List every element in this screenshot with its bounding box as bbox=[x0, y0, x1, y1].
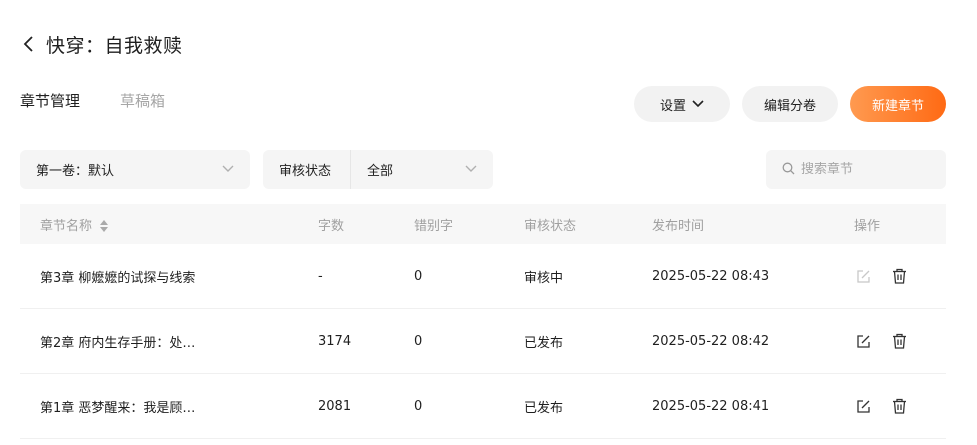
tab-bar: 章节管理 草稿箱 bbox=[20, 90, 165, 111]
status-filter-label: 审核状态 bbox=[263, 150, 351, 189]
trash-icon[interactable] bbox=[890, 397, 908, 415]
column-header-actions: 操作 bbox=[854, 218, 881, 234]
search-icon bbox=[782, 160, 795, 179]
page-header: 快穿：自我救赎 bbox=[20, 30, 183, 58]
column-header-name[interactable]: 章节名称 bbox=[40, 215, 109, 234]
column-header-time: 发布时间 bbox=[652, 218, 705, 234]
volume-select-value: 第一卷：默认 bbox=[36, 164, 115, 179]
edit-icon[interactable] bbox=[854, 267, 872, 285]
column-header-name-label: 章节名称 bbox=[40, 218, 93, 234]
publish-time: 2025-05-22 08:41 bbox=[652, 398, 770, 414]
review-status: 已发布 bbox=[524, 335, 564, 351]
word-count: 2081 bbox=[318, 398, 352, 414]
edit-icon[interactable] bbox=[854, 332, 872, 350]
table-row[interactable]: 第2章 府内生存手册：处… 3174 0 已发布 2025-05-22 08:4… bbox=[20, 309, 946, 374]
chevron-down-icon bbox=[692, 100, 704, 108]
word-count: 3174 bbox=[318, 333, 352, 349]
typo-count: 0 bbox=[414, 268, 423, 284]
chapter-table: 章节名称 字数 错别字 审核状态 发布时间 操作 第3章 柳嬷嬷的试探与线索 -… bbox=[20, 204, 946, 439]
tab-drafts[interactable]: 草稿箱 bbox=[120, 90, 165, 111]
action-buttons: 设置 编辑分卷 新建章节 bbox=[634, 86, 946, 122]
typo-count: 0 bbox=[414, 333, 423, 349]
search-box bbox=[766, 150, 946, 189]
typo-count: 0 bbox=[414, 398, 423, 414]
chapter-name[interactable]: 第3章 柳嬷嬷的试探与线索 bbox=[40, 267, 195, 286]
tab-chapter-management[interactable]: 章节管理 bbox=[20, 90, 80, 111]
trash-icon[interactable] bbox=[890, 332, 908, 350]
status-select-value: 全部 bbox=[367, 164, 394, 179]
search-input[interactable] bbox=[801, 162, 931, 177]
chapter-name[interactable]: 第1章 恶梦醒来：我是顾… bbox=[40, 397, 195, 416]
chevron-down-icon bbox=[222, 162, 234, 177]
word-count: - bbox=[318, 268, 323, 284]
edit-icon[interactable] bbox=[854, 397, 872, 415]
page-title: 快穿：自我救赎 bbox=[46, 34, 183, 57]
column-header-words: 字数 bbox=[318, 218, 345, 234]
row-actions bbox=[854, 267, 908, 285]
settings-button[interactable]: 设置 bbox=[634, 86, 730, 122]
back-chevron-left-icon[interactable] bbox=[20, 35, 38, 53]
review-status: 已发布 bbox=[524, 400, 564, 416]
chapter-name[interactable]: 第2章 府内生存手册：处… bbox=[40, 332, 195, 351]
status-select[interactable]: 全部 bbox=[351, 150, 493, 189]
new-chapter-button[interactable]: 新建章节 bbox=[850, 86, 946, 122]
column-header-status: 审核状态 bbox=[524, 218, 577, 234]
row-actions bbox=[854, 397, 908, 415]
status-filter: 审核状态 全部 bbox=[263, 150, 493, 189]
row-actions bbox=[854, 332, 908, 350]
edit-volume-button[interactable]: 编辑分卷 bbox=[742, 86, 838, 122]
table-row[interactable]: 第3章 柳嬷嬷的试探与线索 - 0 审核中 2025-05-22 08:43 bbox=[20, 244, 946, 309]
table-row[interactable]: 第1章 恶梦醒来：我是顾… 2081 0 已发布 2025-05-22 08:4… bbox=[20, 374, 946, 439]
settings-button-label: 设置 bbox=[659, 98, 686, 114]
trash-icon[interactable] bbox=[890, 267, 908, 285]
volume-select[interactable]: 第一卷：默认 bbox=[20, 150, 250, 189]
chevron-down-icon bbox=[465, 162, 477, 177]
publish-time: 2025-05-22 08:43 bbox=[652, 268, 770, 284]
review-status: 审核中 bbox=[524, 270, 564, 286]
publish-time: 2025-05-22 08:42 bbox=[652, 333, 770, 349]
table-header: 章节名称 字数 错别字 审核状态 发布时间 操作 bbox=[20, 204, 946, 244]
column-header-typos: 错别字 bbox=[414, 218, 454, 234]
filter-bar: 第一卷：默认 审核状态 全部 bbox=[20, 150, 493, 189]
sort-icon[interactable] bbox=[100, 220, 109, 232]
